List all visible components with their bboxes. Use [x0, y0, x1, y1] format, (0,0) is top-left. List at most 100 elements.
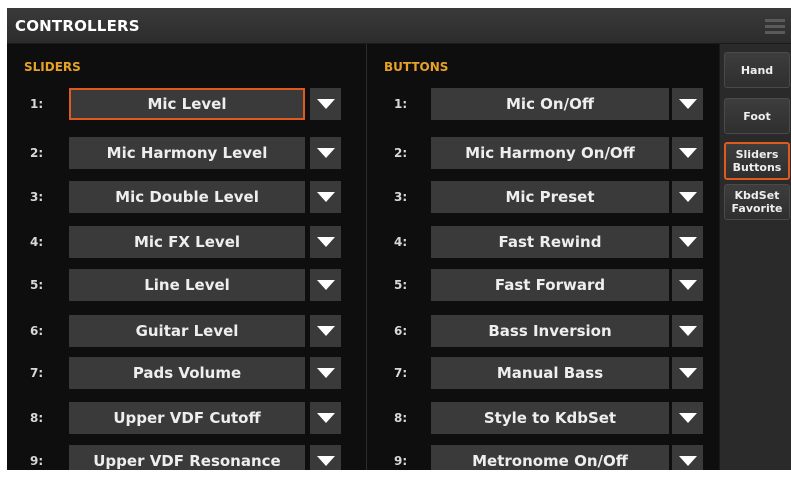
tab-hand[interactable]: Hand: [724, 52, 790, 88]
dropdown-arrow-icon: [316, 280, 335, 290]
dropdown-arrow-icon: [678, 326, 697, 336]
slider-row: 1: Mic Level: [7, 88, 366, 120]
button-dropdown-button[interactable]: [672, 315, 703, 347]
slider-dropdown-button[interactable]: [310, 357, 341, 389]
slider-number: 6:: [30, 324, 44, 338]
slider-assignment-field[interactable]: Upper VDF Cutoff: [69, 402, 305, 434]
slider-row: 7: Pads Volume: [7, 357, 366, 389]
button-dropdown-button[interactable]: [672, 181, 703, 213]
button-assignment-field[interactable]: Metronome On/Off: [431, 445, 669, 470]
button-number: 8:: [394, 411, 408, 425]
dropdown-arrow-icon: [678, 237, 697, 247]
button-dropdown-button[interactable]: [672, 357, 703, 389]
button-assignment-field[interactable]: Manual Bass: [431, 357, 669, 389]
slider-assignment-field[interactable]: Mic Level: [69, 88, 305, 120]
dropdown-arrow-icon: [316, 148, 335, 158]
slider-dropdown-button[interactable]: [310, 137, 341, 169]
dropdown-arrow-icon: [678, 413, 697, 423]
button-row: 5: Fast Forward: [367, 269, 719, 301]
button-assignment-field[interactable]: Style to KdbSet: [431, 402, 669, 434]
button-row: 3: Mic Preset: [367, 181, 719, 213]
tab-foot[interactable]: Foot: [724, 98, 790, 134]
button-row: 7: Manual Bass: [367, 357, 719, 389]
dropdown-arrow-icon: [678, 368, 697, 378]
button-number: 9:: [394, 454, 408, 468]
hamburger-menu-icon[interactable]: [765, 19, 785, 34]
dropdown-arrow-icon: [678, 280, 697, 290]
slider-number: 4:: [30, 235, 44, 249]
slider-assignment-field[interactable]: Line Level: [69, 269, 305, 301]
controllers-screen: CONTROLLERS SLIDERS 1: Mic Level 2: Mic …: [7, 8, 791, 470]
dropdown-arrow-icon: [316, 237, 335, 247]
button-dropdown-button[interactable]: [672, 402, 703, 434]
button-assignment-field[interactable]: Fast Rewind: [431, 226, 669, 258]
slider-assignment-field[interactable]: Mic Harmony Level: [69, 137, 305, 169]
button-number: 6:: [394, 324, 408, 338]
button-row: 9: Metronome On/Off: [367, 445, 719, 470]
slider-row: 2: Mic Harmony Level: [7, 137, 366, 169]
tab-kbdset-favorite[interactable]: KbdSet Favorite: [724, 184, 790, 220]
dropdown-arrow-icon: [316, 99, 335, 109]
slider-dropdown-button[interactable]: [310, 181, 341, 213]
slider-assignment-field[interactable]: Mic FX Level: [69, 226, 305, 258]
dropdown-arrow-icon: [678, 192, 697, 202]
button-number: 1:: [394, 97, 408, 111]
slider-dropdown-button[interactable]: [310, 402, 341, 434]
page-title: CONTROLLERS: [15, 17, 140, 35]
slider-dropdown-button[interactable]: [310, 269, 341, 301]
dropdown-arrow-icon: [316, 192, 335, 202]
button-number: 7:: [394, 366, 408, 380]
tab-label-line1: KbdSet: [734, 189, 780, 202]
slider-dropdown-button[interactable]: [310, 315, 341, 347]
title-bar: CONTROLLERS: [7, 8, 791, 44]
slider-dropdown-button[interactable]: [310, 445, 341, 470]
buttons-panel: BUTTONS 1: Mic On/Off 2: Mic Harmony On/…: [367, 44, 719, 470]
dropdown-arrow-icon: [316, 456, 335, 466]
dropdown-arrow-icon: [678, 99, 697, 109]
dropdown-arrow-icon: [316, 326, 335, 336]
dropdown-arrow-icon: [678, 456, 697, 466]
button-row: 6: Bass Inversion: [367, 315, 719, 347]
button-dropdown-button[interactable]: [672, 226, 703, 258]
button-assignment-field[interactable]: Bass Inversion: [431, 315, 669, 347]
side-tab-bar: Hand Foot Sliders Buttons KbdSet Favorit…: [719, 44, 791, 470]
slider-row: 5: Line Level: [7, 269, 366, 301]
slider-assignment-field[interactable]: Mic Double Level: [69, 181, 305, 213]
sliders-panel: SLIDERS 1: Mic Level 2: Mic Harmony Leve…: [7, 44, 366, 470]
button-assignment-field[interactable]: Mic On/Off: [431, 88, 669, 120]
button-row: 4: Fast Rewind: [367, 226, 719, 258]
dropdown-arrow-icon: [316, 413, 335, 423]
slider-row: 9: Upper VDF Resonance: [7, 445, 366, 470]
button-number: 3:: [394, 190, 408, 204]
tab-sliders-buttons[interactable]: Sliders Buttons: [724, 142, 790, 180]
tab-label-line1: Sliders: [735, 148, 779, 161]
slider-assignment-field[interactable]: Guitar Level: [69, 315, 305, 347]
slider-row: 3: Mic Double Level: [7, 181, 366, 213]
button-dropdown-button[interactable]: [672, 269, 703, 301]
slider-number: 3:: [30, 190, 44, 204]
tab-label: Hand: [740, 63, 774, 77]
button-dropdown-button[interactable]: [672, 88, 703, 120]
button-assignment-field[interactable]: Mic Harmony On/Off: [431, 137, 669, 169]
slider-row: 4: Mic FX Level: [7, 226, 366, 258]
button-number: 5:: [394, 278, 408, 292]
slider-assignment-field[interactable]: Upper VDF Resonance: [69, 445, 305, 470]
dropdown-arrow-icon: [316, 368, 335, 378]
button-row: 8: Style to KdbSet: [367, 402, 719, 434]
slider-dropdown-button[interactable]: [310, 226, 341, 258]
button-number: 4:: [394, 235, 408, 249]
slider-dropdown-button[interactable]: [310, 88, 341, 120]
tab-label-line2: Buttons: [732, 161, 782, 174]
dropdown-arrow-icon: [678, 148, 697, 158]
slider-number: 9:: [30, 454, 44, 468]
slider-number: 5:: [30, 278, 44, 292]
slider-row: 8: Upper VDF Cutoff: [7, 402, 366, 434]
slider-number: 2:: [30, 146, 44, 160]
button-assignment-field[interactable]: Fast Forward: [431, 269, 669, 301]
button-dropdown-button[interactable]: [672, 137, 703, 169]
button-assignment-field[interactable]: Mic Preset: [431, 181, 669, 213]
button-row: 1: Mic On/Off: [367, 88, 719, 120]
buttons-section-label: BUTTONS: [384, 60, 449, 74]
button-dropdown-button[interactable]: [672, 445, 703, 470]
slider-assignment-field[interactable]: Pads Volume: [69, 357, 305, 389]
